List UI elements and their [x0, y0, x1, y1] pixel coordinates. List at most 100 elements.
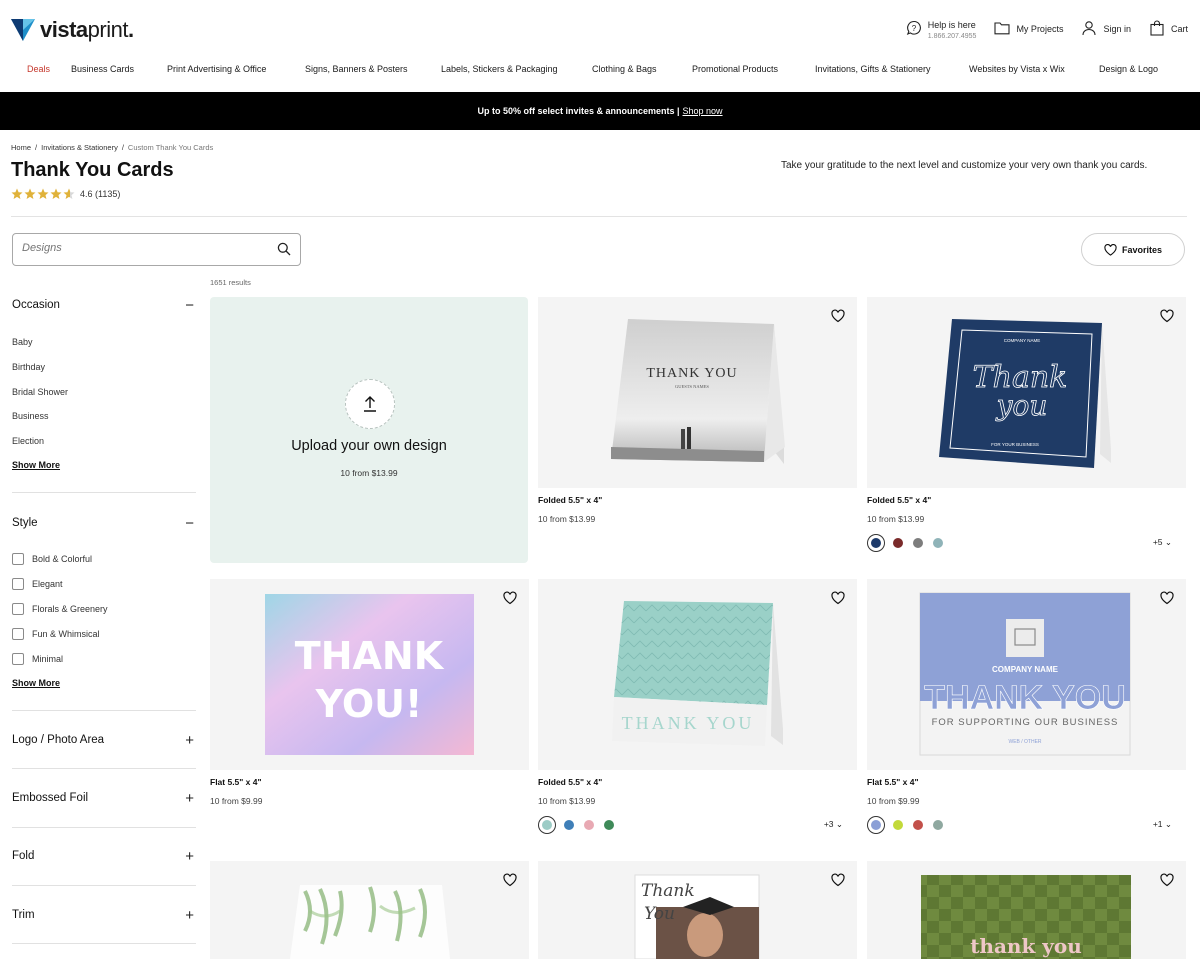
color-swatch[interactable] [871, 820, 881, 830]
nav-deals[interactable]: Deals [27, 64, 50, 74]
filter-header[interactable]: Trim + [12, 908, 196, 926]
product-thumbnail[interactable]: THANK YOU [538, 579, 857, 770]
filter-option[interactable]: Business [12, 411, 49, 421]
breadcrumb-invitations[interactable]: Invitations & Stationery [41, 143, 118, 152]
nav-websites[interactable]: Websites by Vista x Wix [969, 64, 1065, 74]
filter-option[interactable]: Bridal Shower [12, 387, 68, 397]
promo-shop-now-link[interactable]: Shop now [683, 106, 723, 116]
checkbox[interactable] [12, 578, 24, 590]
color-swatch[interactable] [913, 820, 923, 830]
checkbox[interactable] [12, 603, 24, 615]
my-projects-link[interactable]: My Projects [994, 20, 1063, 36]
favorite-heart-icon[interactable] [831, 873, 845, 887]
card-preview: Thank You [634, 874, 760, 959]
nav-labels-stickers[interactable]: Labels, Stickers & Packaging [441, 64, 558, 74]
card-text: YOU! [315, 682, 423, 726]
expand-icon[interactable]: + [185, 791, 194, 807]
rating-stars [11, 188, 75, 200]
checkbox[interactable] [12, 628, 24, 640]
vistaprint-logo[interactable]: vistaprint. [11, 17, 134, 43]
color-swatch[interactable] [604, 820, 614, 830]
favorite-heart-icon[interactable] [831, 309, 845, 323]
checkbox[interactable] [12, 653, 24, 665]
checkbox[interactable] [12, 553, 24, 565]
occasion-show-more[interactable]: Show More [12, 460, 60, 470]
help-link[interactable]: ? Help is here 1.866.207.4955 [906, 20, 976, 40]
filter-option[interactable]: Election [12, 436, 44, 446]
favorite-heart-icon[interactable] [1160, 309, 1174, 323]
favorite-heart-icon[interactable] [503, 873, 517, 887]
site-header: vistaprint. ? Help is here 1.866.207.4955… [0, 0, 1200, 60]
chevron-down-icon: ⌄ [1162, 819, 1172, 829]
nav-promotional-products[interactable]: Promotional Products [692, 64, 778, 74]
style-checkbox[interactable]: Minimal [12, 653, 63, 665]
filter-style-header[interactable]: Style − [12, 516, 196, 534]
product-thumbnail[interactable]: thank you [867, 861, 1186, 959]
collapse-icon[interactable]: − [185, 516, 194, 532]
upload-own-design-tile[interactable]: Upload your own design 10 from $13.99 [210, 297, 528, 563]
style-show-more[interactable]: Show More [12, 678, 60, 688]
filter-occasion-header[interactable]: Occasion − [12, 298, 196, 316]
filter-header[interactable]: Fold + [12, 849, 196, 867]
favorite-heart-icon[interactable] [1160, 591, 1174, 605]
expand-icon[interactable]: + [185, 849, 194, 865]
product-title: Folded 5.5" x 4" [867, 495, 932, 505]
style-checkbox[interactable]: Elegant [12, 578, 63, 590]
nav-invitations-gifts[interactable]: Invitations, Gifts & Stationery [815, 64, 931, 74]
filter-option[interactable]: Birthday [12, 362, 45, 372]
product-thumbnail[interactable]: Thank You [538, 861, 857, 959]
expand-icon[interactable]: + [185, 908, 194, 924]
color-swatch[interactable] [893, 820, 903, 830]
expand-icon[interactable]: + [185, 733, 194, 749]
product-price: 10 from $13.99 [538, 796, 596, 806]
style-checkbox[interactable]: Florals & Greenery [12, 603, 108, 615]
product-thumbnail[interactable] [210, 861, 529, 959]
product-thumbnail[interactable]: THANK YOU GUESTS NAMES [538, 297, 857, 488]
favorite-heart-icon[interactable] [1160, 873, 1174, 887]
filter-option[interactable]: Baby [12, 337, 33, 347]
card-text: GUESTS NAMES [675, 384, 709, 389]
checkbox-label: Bold & Colorful [32, 554, 93, 564]
cart-link[interactable]: Cart [1149, 20, 1188, 36]
filter-title: Trim [12, 909, 35, 921]
search-icon[interactable] [277, 242, 291, 256]
more-colors-toggle[interactable]: +3 ⌄ [824, 819, 843, 830]
color-swatch[interactable] [584, 820, 594, 830]
upload-button[interactable] [345, 379, 395, 429]
color-swatch[interactable] [871, 538, 881, 548]
nav-clothing-bags[interactable]: Clothing & Bags [592, 64, 657, 74]
color-swatch[interactable] [564, 820, 574, 830]
nav-business-cards[interactable]: Business Cards [71, 64, 134, 74]
star-icon [24, 188, 36, 199]
breadcrumb-current: Custom Thank You Cards [127, 143, 214, 152]
more-colors-toggle[interactable]: +1 ⌄ [1153, 819, 1172, 830]
more-colors-toggle[interactable]: +5 ⌄ [1153, 537, 1172, 548]
nav-design-logo[interactable]: Design & Logo [1099, 64, 1158, 74]
color-swatch[interactable] [542, 820, 552, 830]
card-text: thank you [970, 934, 1082, 958]
sign-in-link[interactable]: Sign in [1081, 20, 1131, 36]
color-swatch[interactable] [913, 538, 923, 548]
favorites-button[interactable]: Favorites [1081, 233, 1185, 266]
breadcrumb: Home / Invitations & Stationery / Custom Tha… [11, 143, 214, 152]
breadcrumb-home[interactable]: Home [11, 143, 31, 152]
chevron-down-icon: ⌄ [833, 819, 843, 829]
product-thumbnail[interactable]: THANK YOU! [210, 579, 529, 770]
color-swatch[interactable] [893, 538, 903, 548]
nav-signs-banners[interactable]: Signs, Banners & Posters [305, 64, 408, 74]
style-checkbox[interactable]: Fun & Whimsical [12, 628, 100, 640]
product-thumbnail[interactable]: COMPANY NAME THANK YOU FOR SUPPORTING OU… [867, 579, 1186, 770]
product-thumbnail[interactable]: COMPANY NAME Thank you FOR YOUR BUSINESS [867, 297, 1186, 488]
filter-header[interactable]: Logo / Photo Area + [12, 733, 196, 751]
collapse-icon[interactable]: − [185, 298, 194, 314]
half-star-icon [63, 188, 75, 199]
nav-print-advertising[interactable]: Print Advertising & Office [167, 64, 266, 74]
favorite-heart-icon[interactable] [831, 591, 845, 605]
color-swatch[interactable] [933, 538, 943, 548]
style-checkbox[interactable]: Bold & Colorful [12, 553, 92, 565]
search-input[interactable] [22, 242, 272, 254]
favorite-heart-icon[interactable] [503, 591, 517, 605]
product-rating[interactable]: 4.6 (1135) [11, 188, 120, 200]
color-swatch[interactable] [933, 820, 943, 830]
filter-header[interactable]: Embossed Foil + [12, 791, 196, 809]
